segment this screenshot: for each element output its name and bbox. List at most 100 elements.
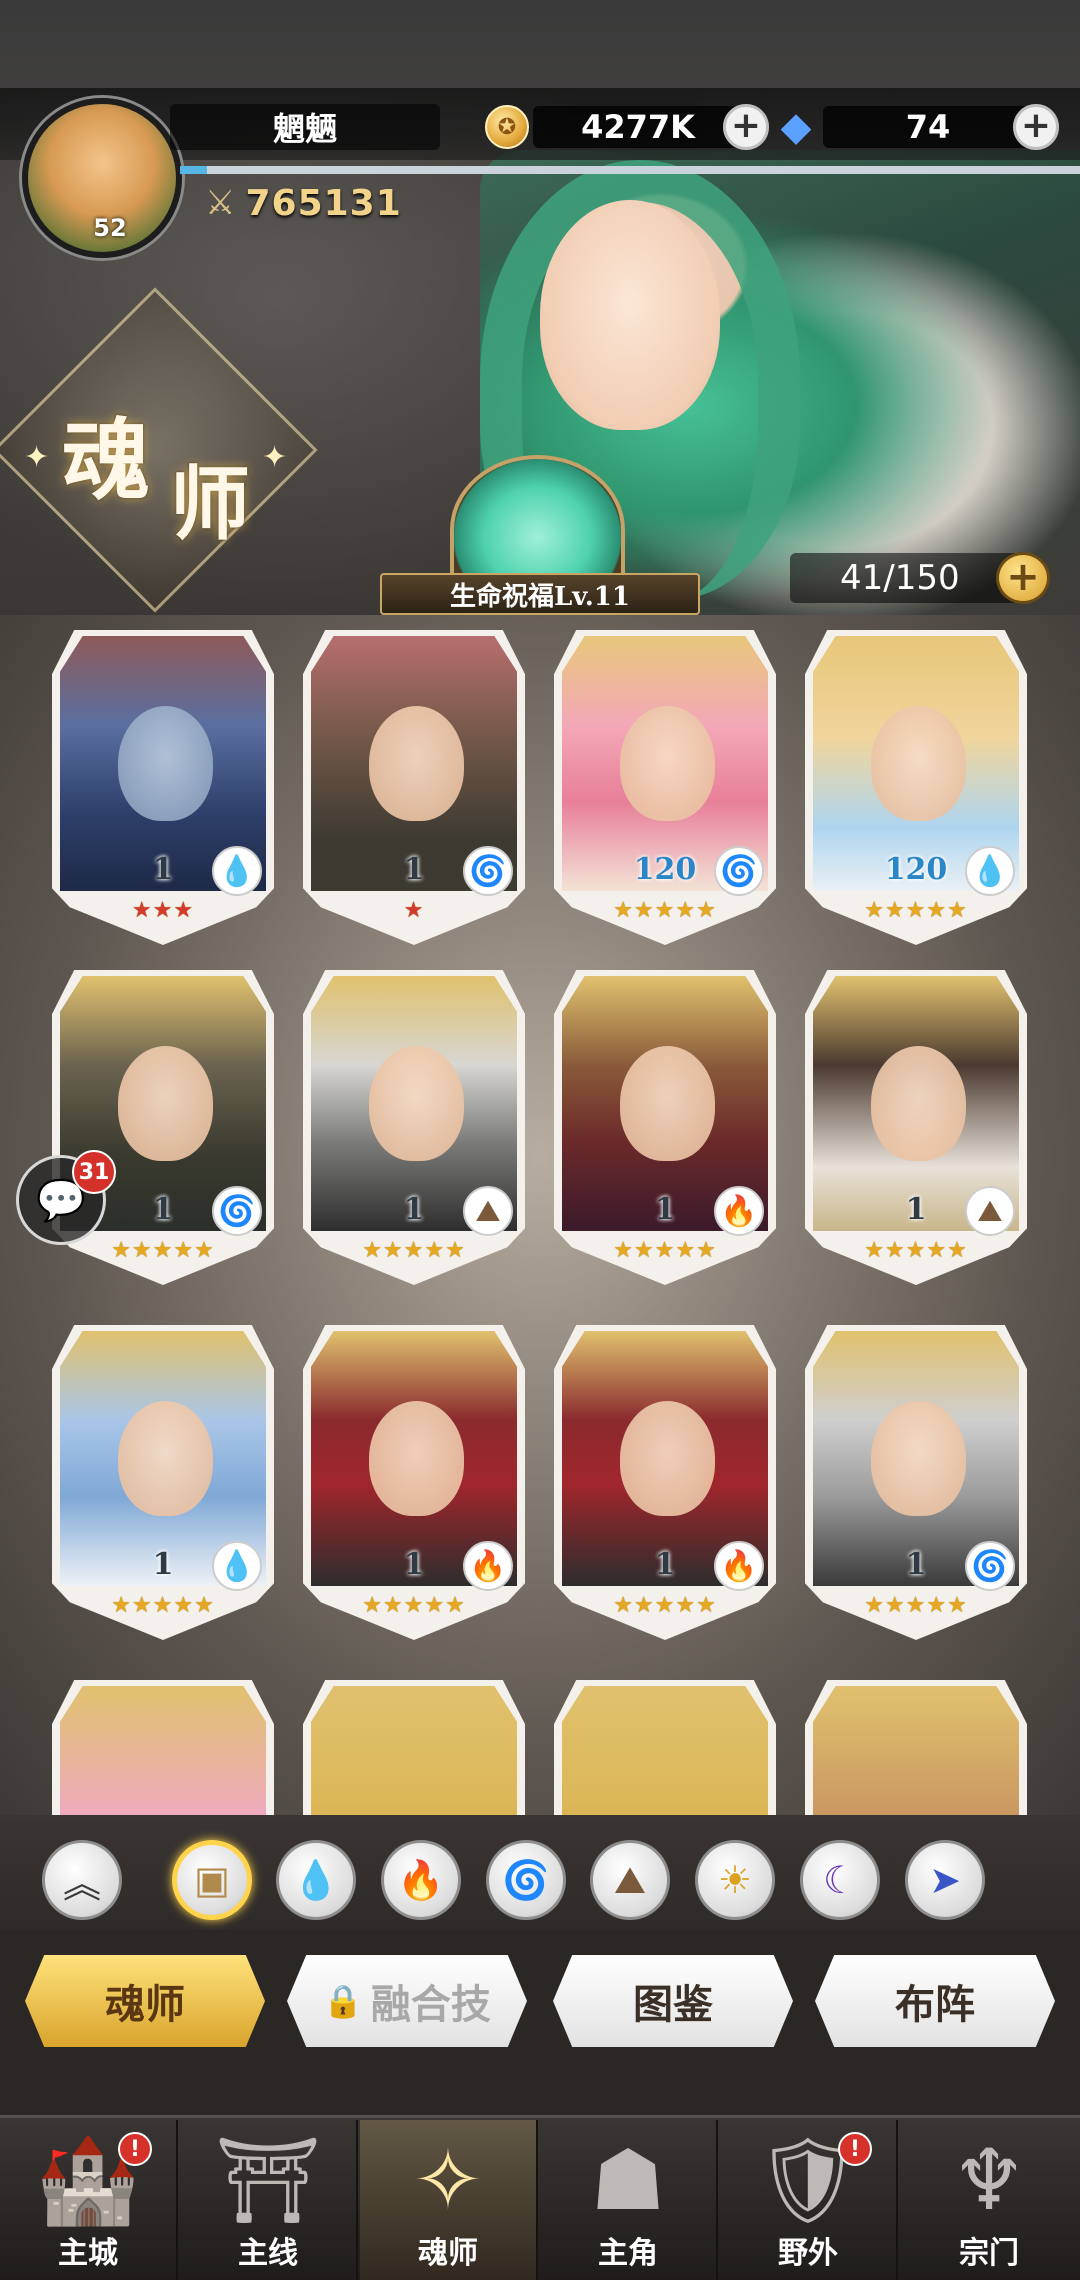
notification-badge: ! bbox=[118, 2132, 152, 2166]
nav-main-line[interactable]: ⛩ 主线 bbox=[180, 2120, 358, 2280]
player-name: 魍魉 bbox=[170, 104, 440, 150]
hero-stars: ★★★★★ bbox=[864, 1238, 968, 1263]
hero-stars: ★★★★★ bbox=[613, 1593, 717, 1618]
featured-hero-face bbox=[540, 200, 720, 430]
hero-stars: ★★★★★ bbox=[111, 1593, 215, 1618]
tab-formation[interactable]: 布阵 bbox=[815, 1955, 1055, 2047]
crystal-emblem-icon: ✧ bbox=[412, 2131, 484, 2229]
hero-card[interactable]: 1 ⛰ ★★★★★ bbox=[805, 970, 1027, 1285]
hero-card[interactable]: 1 💧 ★★★★★ bbox=[52, 1325, 274, 1640]
combat-power: ⚔ 765131 bbox=[205, 180, 402, 226]
sect-crest-icon: ♆ bbox=[951, 2131, 1027, 2229]
lock-icon: 🔒 bbox=[323, 1982, 363, 2020]
tab-codex-label: 图鉴 bbox=[633, 1981, 713, 2028]
hero-card[interactable]: 1 💧 ★★★ bbox=[52, 630, 274, 945]
hero-card[interactable]: 120 💧 ★★★★★ bbox=[805, 630, 1027, 945]
hero-stars: ★ bbox=[403, 898, 425, 923]
nav-sect[interactable]: ♆ 宗门 bbox=[900, 2120, 1078, 2280]
hero-card[interactable]: 120 🌀 ★★★★★ bbox=[554, 630, 776, 945]
tab-soul-master[interactable]: 魂师 bbox=[25, 1955, 265, 2047]
tab-codex[interactable]: 图鉴 bbox=[553, 1955, 793, 2047]
hero-stars: ★★★★★ bbox=[613, 1238, 717, 1263]
fire-element-icon: 🔥 bbox=[714, 1541, 764, 1591]
earth-element-icon: ⛰ bbox=[463, 1186, 513, 1236]
dark-filter-icon[interactable]: ☾ bbox=[800, 1840, 880, 1920]
hero-stars: ★★★★★ bbox=[613, 898, 717, 923]
nav-soul-master-label: 魂师 bbox=[418, 2236, 478, 2271]
hero-card[interactable] bbox=[52, 1680, 274, 1815]
sparkle-icon: ✦ bbox=[24, 440, 50, 475]
hero-card[interactable] bbox=[303, 1680, 525, 1815]
hero-card[interactable] bbox=[554, 1680, 776, 1815]
earth-filter-icon[interactable]: ⛰ bbox=[590, 1840, 670, 1920]
gem-amount: 74 bbox=[823, 106, 1033, 148]
nav-main-line-label: 主线 bbox=[238, 2236, 298, 2271]
hero-card[interactable] bbox=[805, 1680, 1027, 1815]
hero-portrait bbox=[60, 1686, 266, 1815]
all-heroes-box-icon[interactable]: ▣ bbox=[172, 1840, 252, 1920]
hero-card[interactable]: 1 ⛰ ★★★★★ bbox=[303, 970, 525, 1285]
hero-stars: ★★★★★ bbox=[864, 898, 968, 923]
wind-filter-icon[interactable]: 🌀 bbox=[486, 1840, 566, 1920]
hero-card[interactable]: 1 🔥 ★★★★★ bbox=[554, 1325, 776, 1640]
nav-protagonist[interactable]: ☗ 主角 bbox=[540, 2120, 718, 2280]
expand-capacity-button[interactable]: + bbox=[996, 552, 1050, 604]
nav-wild-label: 野外 bbox=[778, 2236, 838, 2271]
gold-amount: 4277K bbox=[533, 106, 743, 148]
nav-soul-master[interactable]: ✧ 魂师 bbox=[360, 2120, 538, 2280]
nav-main-city[interactable]: 🏰 主城 ! bbox=[0, 2120, 178, 2280]
hero-stars: ★★★ bbox=[131, 898, 195, 923]
xp-bar-fill bbox=[180, 166, 207, 174]
hero-capacity: 41/150 bbox=[790, 553, 1020, 603]
hero-stars: ★★★★★ bbox=[864, 1593, 968, 1618]
tab-fusion-skill-label: 融合技 bbox=[370, 1981, 491, 2028]
tab-soul-master-label: 魂师 bbox=[105, 1981, 185, 2028]
nav-sect-label: 宗门 bbox=[959, 2236, 1019, 2271]
nav-protagonist-label: 主角 bbox=[598, 2236, 658, 2271]
notification-badge: ! bbox=[838, 2132, 872, 2166]
hero-portrait bbox=[311, 1686, 517, 1815]
rank-sort-icon[interactable]: ︽ bbox=[42, 1840, 122, 1920]
nav-wild[interactable]: 🛡 野外 ! bbox=[720, 2120, 898, 2280]
crossed-swords-icon: ⚔ bbox=[205, 183, 236, 223]
combat-power-value: 765131 bbox=[245, 182, 402, 224]
diamond-icon: ◆ bbox=[780, 104, 812, 150]
hero-stars: ★★★★★ bbox=[362, 1593, 466, 1618]
nav-main-city-label: 主城 bbox=[58, 2236, 118, 2271]
water-element-icon: 💧 bbox=[965, 846, 1015, 896]
hero-portrait bbox=[562, 1686, 768, 1815]
hero-stars: ★★★★★ bbox=[362, 1238, 466, 1263]
wind-element-icon: 🌀 bbox=[212, 1186, 262, 1236]
add-gem-button[interactable]: + bbox=[1013, 104, 1059, 150]
hero-card[interactable]: 1 🔥 ★★★★★ bbox=[554, 970, 776, 1285]
add-gold-button[interactable]: + bbox=[723, 104, 769, 150]
hero-card[interactable]: 1 🌀 ★ bbox=[303, 630, 525, 945]
hero-stars: ★★★★★ bbox=[111, 1238, 215, 1263]
gate-icon: ⛩ bbox=[214, 2131, 322, 2229]
wind-element-icon: 🌀 bbox=[714, 846, 764, 896]
fire-filter-icon[interactable]: 🔥 bbox=[381, 1840, 461, 1920]
hero-card[interactable]: 1 🔥 ★★★★★ bbox=[303, 1325, 525, 1640]
hooded-figure-icon: ☗ bbox=[590, 2131, 666, 2229]
sparkle-icon: ✦ bbox=[262, 440, 288, 475]
xp-bar bbox=[180, 166, 1080, 174]
water-element-icon: 💧 bbox=[212, 1541, 262, 1591]
gold-coin-icon: ✪ bbox=[485, 105, 529, 149]
life-blessing-label[interactable]: 生命祝福Lv.11 bbox=[380, 573, 700, 615]
earth-element-icon: ⛰ bbox=[965, 1186, 1015, 1236]
wind-element-icon: 🌀 bbox=[463, 846, 513, 896]
fire-element-icon: 🔥 bbox=[463, 1541, 513, 1591]
hero-portrait bbox=[813, 1686, 1019, 1815]
tab-formation-label: 布阵 bbox=[895, 1981, 975, 2028]
light-filter-icon[interactable]: ☀ bbox=[695, 1840, 775, 1920]
tab-fusion-skill[interactable]: 🔒 融合技 bbox=[287, 1955, 527, 2047]
hero-card[interactable]: 1 🌀 ★★★★★ bbox=[805, 1325, 1027, 1640]
page-title-char-1: 魂 bbox=[62, 408, 151, 512]
water-filter-icon[interactable]: 💧 bbox=[276, 1840, 356, 1920]
player-level: 52 bbox=[93, 214, 127, 242]
gem-resource: ◆ 74 + bbox=[773, 102, 1059, 152]
chat-unread-badge: 31 bbox=[72, 1150, 116, 1194]
void-filter-icon[interactable]: ➤ bbox=[905, 1840, 985, 1920]
water-element-icon: 💧 bbox=[212, 846, 262, 896]
fire-element-icon: 🔥 bbox=[714, 1186, 764, 1236]
